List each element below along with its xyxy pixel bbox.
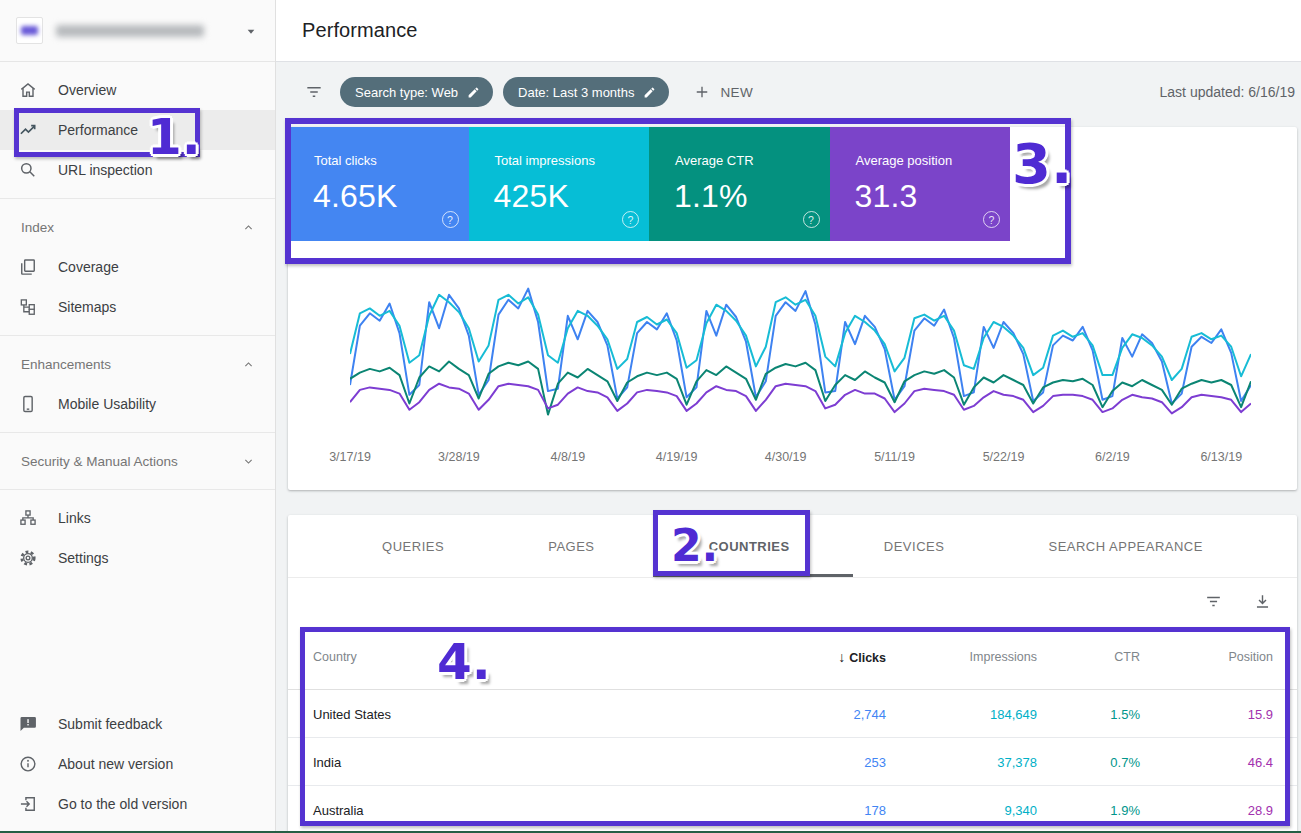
sidebar-item-label: Go to the old version	[58, 796, 187, 812]
chevron-up-icon	[241, 220, 256, 235]
x-tick: 5/11/19	[874, 450, 915, 464]
chevron-down-icon	[241, 454, 256, 469]
sidebar-item-about-new-version[interactable]: About new version	[0, 744, 275, 784]
filter-chip-date[interactable]: Date: Last 3 months	[503, 77, 669, 107]
page-title: Performance	[302, 19, 418, 42]
table-toolbar	[288, 578, 1297, 624]
gear-icon	[16, 548, 40, 568]
sidebar-item-label: Submit feedback	[58, 716, 162, 732]
sidebar-item-label: Settings	[58, 550, 109, 566]
x-tick: 3/17/19	[329, 450, 371, 464]
sidebar-item-coverage[interactable]: Coverage	[0, 247, 275, 287]
sidebar-item-go-old-version[interactable]: Go to the old version	[0, 784, 275, 824]
section-label: Index	[21, 220, 54, 235]
section-label: Security & Manual Actions	[21, 454, 178, 469]
sidebar-item-links[interactable]: Links	[0, 498, 275, 538]
download-icon[interactable]	[1253, 592, 1272, 611]
divider	[0, 432, 275, 433]
sidebar-item-label: URL inspection	[58, 162, 152, 178]
chip-label: Search type: Web	[355, 85, 458, 100]
x-tick: 4/19/19	[656, 450, 698, 464]
sidebar-item-label: Mobile Usability	[58, 396, 156, 412]
tab-search-appearance[interactable]: SEARCH APPEARANCE	[1038, 539, 1212, 554]
last-updated: Last updated: 6/16/19	[1160, 84, 1295, 100]
sidebar-footer: Submit feedback About new version Go to …	[0, 704, 275, 824]
x-tick: 4/8/19	[550, 450, 585, 464]
performance-line-chart[interactable]	[350, 270, 1251, 462]
divider	[0, 489, 275, 490]
feedback-icon	[16, 714, 40, 734]
chart-line-impressions	[350, 295, 1251, 380]
new-label: NEW	[720, 85, 753, 100]
filter-icon[interactable]	[1204, 592, 1223, 611]
sidebar-item-label: Links	[58, 510, 91, 526]
filter-chip-search-type[interactable]: Search type: Web	[340, 77, 493, 107]
divider	[0, 335, 275, 336]
chevron-up-icon	[241, 357, 256, 372]
x-tick: 4/30/19	[765, 450, 807, 464]
tab-devices[interactable]: DEVICES	[874, 539, 955, 554]
sidebar-item-overview[interactable]: Overview	[0, 70, 275, 110]
chevron-down-icon	[243, 23, 259, 39]
filter-icon[interactable]	[304, 82, 324, 102]
annotation-number-1: 1.	[147, 112, 201, 162]
sidebar-section-security[interactable]: Security & Manual Actions	[0, 441, 275, 481]
smartphone-icon	[16, 394, 40, 414]
section-label: Enhancements	[21, 357, 111, 372]
x-tick: 5/22/19	[983, 450, 1025, 464]
search-icon	[16, 160, 40, 180]
info-icon	[16, 754, 40, 774]
plus-icon	[693, 83, 711, 101]
property-favicon	[16, 17, 43, 44]
coverage-pages-icon	[16, 257, 40, 277]
sidebar-item-settings[interactable]: Settings	[0, 538, 275, 578]
annotation-number-3: 3.	[1012, 136, 1072, 192]
chip-label: Date: Last 3 months	[518, 85, 634, 100]
x-tick: 6/2/19	[1095, 450, 1130, 464]
new-filter-button[interactable]: NEW	[693, 83, 753, 101]
x-tick: 6/13/19	[1200, 450, 1242, 464]
sidebar-item-mobile-usability[interactable]: Mobile Usability	[0, 384, 275, 424]
sitemaps-tree-icon	[16, 297, 40, 317]
annotation-box-3	[285, 118, 1071, 264]
sidebar-item-label: Coverage	[58, 259, 119, 275]
property-selector[interactable]	[0, 0, 275, 62]
tab-pages[interactable]: PAGES	[538, 539, 604, 554]
x-tick: 3/28/19	[438, 450, 480, 464]
tab-queries[interactable]: QUERIES	[372, 539, 454, 554]
sidebar-item-submit-feedback[interactable]: Submit feedback	[0, 704, 275, 744]
chart-x-axis-labels: 3/17/19 3/28/19 4/8/19 4/19/19 4/30/19 5…	[350, 450, 1251, 466]
edit-pencil-icon	[467, 86, 480, 99]
page-header: Performance	[276, 0, 1301, 62]
sidebar-item-label: Sitemaps	[58, 299, 116, 315]
annotation-number-2: 2.	[671, 524, 718, 568]
divider	[0, 198, 275, 199]
sidebar-section-index[interactable]: Index	[0, 207, 275, 247]
annotation-number-4: 4.	[437, 637, 491, 687]
sidebar-item-label: Overview	[58, 82, 116, 98]
sidebar-item-label: About new version	[58, 756, 173, 772]
links-graph-icon	[16, 508, 40, 528]
home-icon	[16, 80, 40, 100]
property-name-blurred	[56, 25, 204, 37]
exit-icon	[16, 794, 40, 814]
sidebar-item-sitemaps[interactable]: Sitemaps	[0, 287, 275, 327]
edit-pencil-icon	[643, 86, 656, 99]
sidebar-section-enhancements[interactable]: Enhancements	[0, 344, 275, 384]
filter-bar: Search type: Web Date: Last 3 months NEW…	[276, 62, 1301, 122]
